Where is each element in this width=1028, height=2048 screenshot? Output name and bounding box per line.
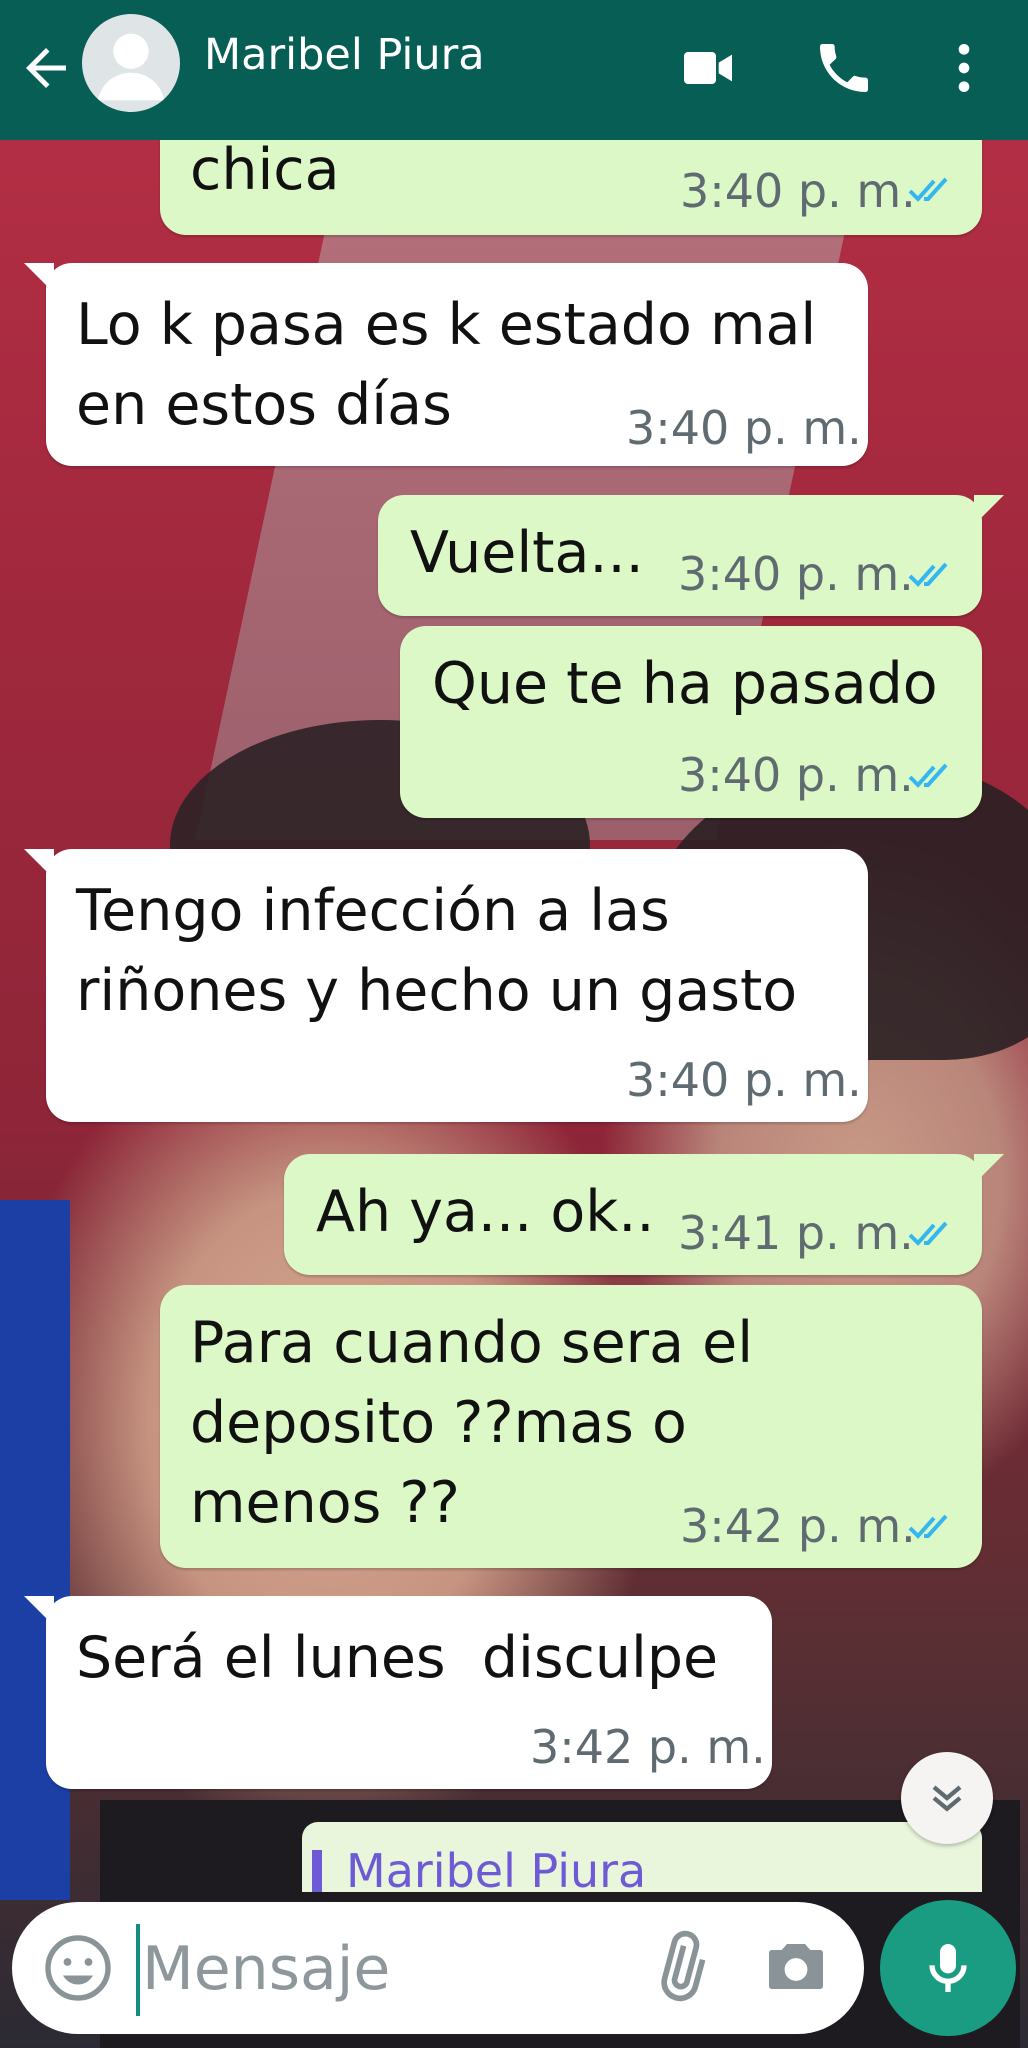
message-text: Que te ha pasado — [432, 651, 938, 717]
avatar[interactable] — [82, 14, 180, 112]
message-text: Será el lunes disculpe — [76, 1625, 719, 1691]
message-time: 3:40 p. m. — [680, 164, 916, 218]
phone-icon[interactable] — [812, 36, 876, 100]
read-receipt-icon — [908, 562, 948, 587]
message-bubble-incoming[interactable]: Lo k pasa es k estado mal en estos días … — [24, 263, 868, 466]
message-time: 3:42 p. m. — [680, 1499, 916, 1553]
message-bubble-outgoing[interactable]: Que te ha pasado 3:40 p. m. — [400, 626, 982, 818]
message-text: Tengo infección a las — [76, 878, 670, 944]
message-text: Vuelta... — [410, 520, 644, 586]
quoted-reply-preview[interactable]: Maribel Piura — [302, 1822, 982, 1892]
message-time: 3:40 p. m. — [626, 401, 862, 455]
message-text: en estos días — [76, 372, 452, 438]
back-arrow-icon[interactable] — [16, 38, 76, 98]
camera-icon[interactable] — [760, 1932, 832, 2004]
message-text: Ah ya... ok.. — [316, 1179, 655, 1245]
message-bubble-outgoing[interactable]: Para cuando sera el deposito ??mas o men… — [160, 1285, 982, 1568]
read-receipt-icon — [908, 763, 948, 788]
chat-header: Maribel Piura — [0, 0, 1028, 140]
read-receipt-icon — [908, 1221, 948, 1246]
message-time: 3:42 p. m. — [530, 1720, 766, 1774]
message-composer — [12, 1902, 864, 2034]
message-time: 3:40 p. m. — [678, 748, 914, 802]
message-text: Para cuando sera el — [190, 1310, 754, 1376]
quote-bar — [312, 1850, 322, 1892]
message-text: riñones y hecho un gasto — [76, 958, 798, 1024]
scroll-to-bottom-button[interactable] — [901, 1752, 993, 1844]
message-time: 3:40 p. m. — [626, 1053, 862, 1107]
message-bubble-incoming[interactable]: Será el lunes disculpe 3:42 p. m. — [24, 1596, 772, 1789]
video-call-icon[interactable] — [676, 36, 740, 100]
message-time: 3:41 p. m. — [678, 1206, 914, 1260]
quoted-sender-name: Maribel Piura — [346, 1844, 647, 1892]
message-time: 3:40 p. m. — [678, 547, 914, 601]
mic-icon — [929, 1944, 967, 1992]
message-bubble-outgoing[interactable]: Vuelta... 3:40 p. m. — [378, 495, 1004, 616]
message-bubble-outgoing[interactable]: Ah ya... ok.. 3:41 p. m. — [284, 1154, 1004, 1275]
read-receipt-icon — [908, 1514, 948, 1539]
attach-icon[interactable] — [642, 1930, 718, 2006]
chevron-double-down-icon — [932, 1785, 962, 1812]
message-text: chica — [190, 137, 340, 203]
more-vert-icon[interactable] — [932, 36, 996, 100]
read-receipt-icon — [908, 177, 948, 202]
avatar-icon — [97, 33, 165, 101]
message-text: deposito ??mas o — [190, 1390, 687, 1456]
message-bubble-incoming[interactable]: Tengo infección a las riñones y hecho un… — [24, 849, 868, 1122]
emoji-icon[interactable] — [42, 1932, 114, 2004]
message-text: Lo k pasa es k estado mal — [76, 292, 817, 358]
voice-message-button[interactable] — [880, 1900, 1016, 2036]
message-input[interactable] — [140, 1922, 624, 2016]
contact-name[interactable]: Maribel Piura — [204, 30, 485, 80]
message-text: menos ?? — [190, 1470, 460, 1536]
